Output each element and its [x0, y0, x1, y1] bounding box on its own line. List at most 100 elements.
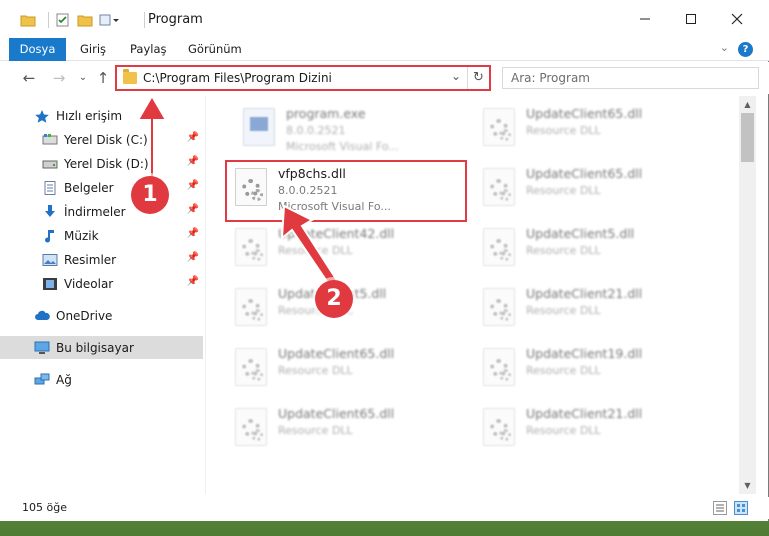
dll-file-icon [483, 348, 515, 386]
pin-icon[interactable]: 📌 [187, 156, 199, 167]
nav-music[interactable]: Müzik 📌 [0, 224, 203, 247]
file-item[interactable]: UpdateClient65.dll Resource DLL [455, 102, 691, 158]
nav-quick-access[interactable]: Hızlı erişim [0, 104, 203, 127]
file-item[interactable]: UpdateClient65.dll Resource DLL [207, 342, 443, 398]
file-item[interactable]: UpdateClient65.dll Resource DLL [207, 402, 443, 458]
recent-locations-button[interactable]: ⌄ [73, 68, 93, 88]
nav-downloads[interactable]: İndirmeler 📌 [0, 200, 203, 223]
pin-icon[interactable]: 📌 [187, 204, 199, 215]
scroll-down-icon[interactable]: ▼ [739, 477, 756, 494]
pin-icon[interactable]: 📌 [187, 228, 199, 239]
nav-label: Yerel Disk (D:) [64, 156, 149, 171]
file-item[interactable]: UpdateClient5.dll Resource DLL [455, 222, 691, 278]
file-item[interactable]: UpdateClient21.dll Resource DLL [455, 402, 691, 458]
nav-pictures[interactable]: Resimler 📌 [0, 248, 203, 271]
drive-icon [42, 133, 58, 147]
help-icon[interactable]: ? [738, 42, 753, 57]
minimize-button[interactable] [622, 0, 668, 38]
file-type: Resource DLL [526, 364, 601, 377]
file-item[interactable]: UpdateClient42.dll Resource DLL [207, 222, 443, 278]
nav-documents[interactable]: Belgeler 📌 [0, 176, 203, 199]
close-button[interactable] [714, 0, 760, 38]
chevron-down-icon[interactable]: ⌄ [451, 69, 461, 83]
refresh-button[interactable]: ↻ [467, 67, 489, 89]
maximize-button[interactable] [668, 0, 714, 38]
file-type: Resource DLL [278, 364, 353, 377]
file-version: 8.0.0.2521 [286, 124, 346, 137]
back-button[interactable]: ← [19, 68, 39, 88]
pictures-icon [42, 253, 58, 267]
dll-file-icon [235, 408, 267, 446]
computer-icon [34, 341, 50, 355]
status-bar: 105 öğe [0, 497, 769, 519]
file-view: program.exe 8.0.0.2521 Microsoft Visual … [207, 96, 739, 494]
file-type: Resource DLL [526, 304, 601, 317]
file-name: program.exe [286, 106, 366, 121]
customize-toolbar-icon[interactable] [99, 12, 119, 28]
title-divider [144, 12, 145, 28]
folder-icon [123, 69, 137, 84]
dll-file-icon [483, 288, 515, 326]
dll-file-icon [483, 408, 515, 446]
file-item[interactable]: UpdateClient19.dll Resource DLL [455, 342, 691, 398]
file-item[interactable]: program.exe 8.0.0.2521 Microsoft Visual … [215, 102, 451, 158]
item-count: 105 öğe [22, 501, 67, 514]
expand-ribbon-icon[interactable]: ⌄ [720, 41, 729, 54]
file-item[interactable]: UpdateClient21.dll Resource DLL [455, 282, 691, 338]
scroll-thumb[interactable] [741, 113, 754, 162]
navigation-bar: ← → ⌄ ↑ C:\Program Files\Program Dizini … [0, 62, 769, 94]
details-view-button[interactable] [713, 501, 727, 515]
window-title: Program [148, 12, 203, 27]
network-icon [34, 373, 50, 387]
nav-onedrive[interactable]: OneDrive [0, 304, 203, 327]
file-type: Resource DLL [526, 184, 601, 197]
nav-label: Müzik [64, 228, 99, 243]
pin-icon[interactable]: 📌 [187, 132, 199, 143]
tab-view[interactable]: Görünüm [188, 38, 242, 61]
dll-file-icon [483, 108, 515, 146]
up-button[interactable]: ↑ [93, 68, 113, 88]
file-name: UpdateClient65.dll [526, 106, 643, 121]
ribbon-tabs: Dosya Giriş Paylaş Görünüm ⌄ ? [0, 38, 769, 61]
quick-access-toolbar [20, 11, 125, 29]
close-icon [731, 13, 743, 25]
nav-local-disk-c[interactable]: Yerel Disk (C:) 📌 [0, 128, 203, 151]
nav-network[interactable]: Ağ [0, 368, 203, 391]
minimize-icon [640, 18, 650, 20]
scroll-up-icon[interactable]: ▲ [739, 96, 756, 113]
file-name: vfp8chs.dll [278, 166, 346, 181]
nav-label: Hızlı erişim [56, 108, 123, 123]
tiles-view-button[interactable] [734, 501, 748, 515]
file-name: UpdateClient65.dll [526, 166, 643, 181]
nav-label: OneDrive [56, 308, 113, 323]
dll-file-icon [235, 348, 267, 386]
pane-divider [205, 96, 206, 494]
new-folder-icon[interactable] [77, 12, 93, 28]
address-bar[interactable]: C:\Program Files\Program Dizini ⌄ ↻ [115, 65, 491, 91]
nav-local-disk-d[interactable]: Yerel Disk (D:) 📌 [0, 152, 203, 175]
pin-icon[interactable]: 📌 [187, 180, 199, 191]
tab-home[interactable]: Giriş [80, 38, 106, 61]
nav-videos[interactable]: Videolar 📌 [0, 272, 203, 295]
nav-label: İndirmeler [64, 204, 126, 219]
search-box[interactable] [502, 67, 759, 89]
pin-icon[interactable]: 📌 [187, 276, 199, 287]
file-name: UpdateClient65.dll [278, 406, 395, 421]
file-item[interactable]: UpdateClient65.dll Resource DLL [455, 162, 691, 218]
pin-icon[interactable]: 📌 [187, 252, 199, 263]
file-type: Resource DLL [278, 244, 353, 257]
tab-share[interactable]: Paylaş [130, 38, 167, 61]
forward-button[interactable]: → [49, 68, 69, 88]
file-name: UpdateClient42.dll [278, 226, 395, 241]
vertical-scrollbar[interactable]: ▲ ▼ [739, 96, 756, 494]
tab-file[interactable]: Dosya [9, 38, 66, 61]
folder-icon [20, 12, 36, 28]
nav-label: Belgeler [64, 180, 114, 195]
tiles-view-icon [737, 504, 745, 512]
file-item-vfp8chs[interactable]: vfp8chs.dll 8.0.0.2521 Microsoft Visual … [207, 162, 443, 218]
search-input[interactable] [503, 68, 758, 88]
nav-this-pc[interactable]: Bu bilgisayar [0, 336, 203, 359]
properties-icon[interactable] [55, 12, 71, 28]
download-icon [42, 204, 58, 219]
file-type: Resource DLL [526, 124, 601, 137]
